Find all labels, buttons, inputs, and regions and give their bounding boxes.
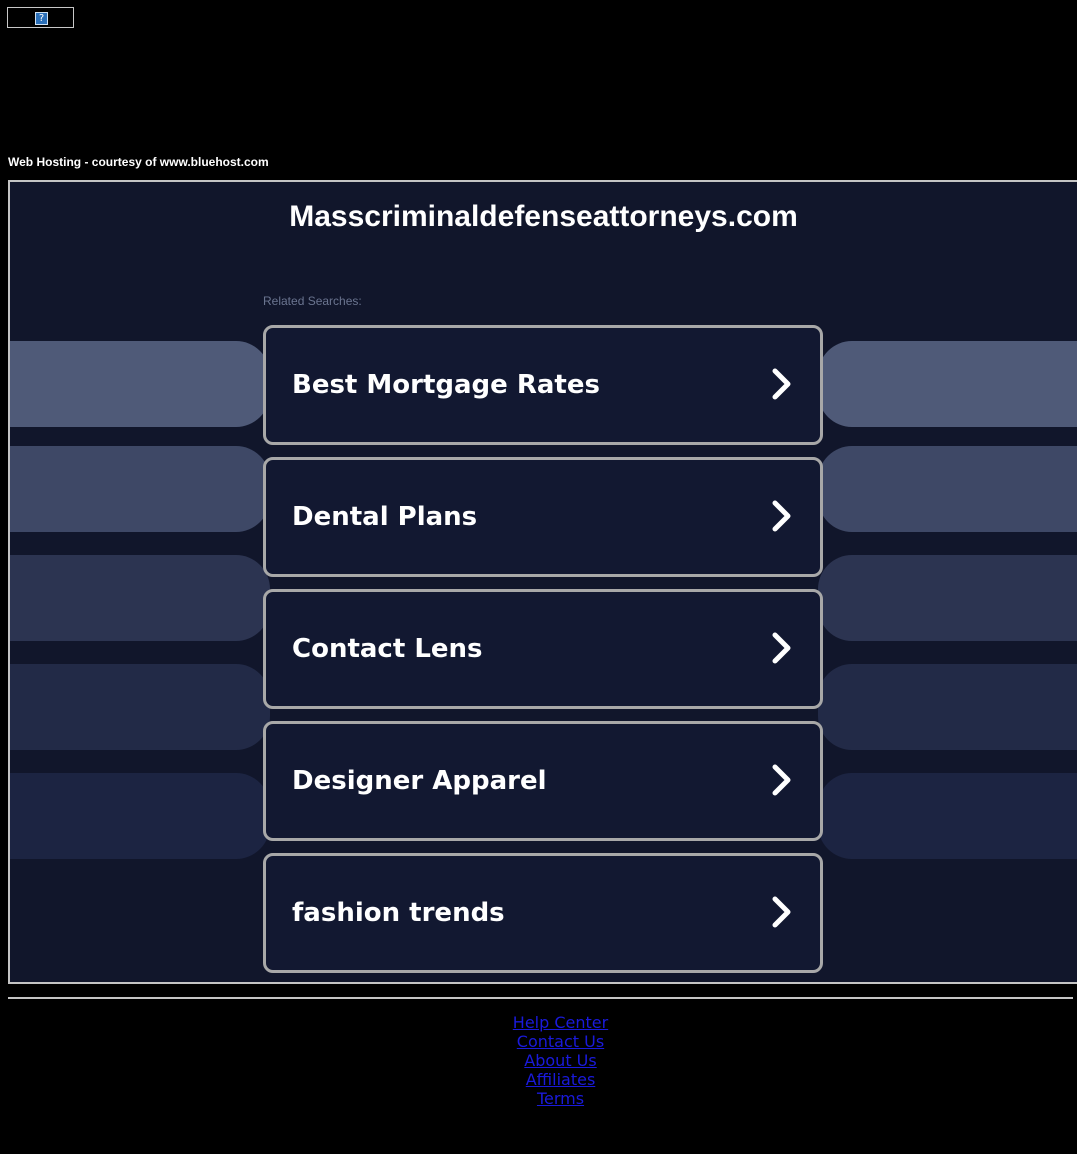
search-link-2[interactable]: Contact Lens bbox=[263, 589, 823, 709]
site-title: Masscriminaldefenseattorneys.com bbox=[10, 200, 1077, 234]
decor-pill bbox=[10, 664, 270, 750]
search-link-label: Contact Lens bbox=[292, 634, 483, 664]
site-title-text: Masscriminaldefenseattorneys.com bbox=[289, 200, 798, 233]
search-link-0[interactable]: Best Mortgage Rates bbox=[263, 325, 823, 445]
footer-link-help-center[interactable]: Help Center bbox=[8, 1013, 1077, 1032]
search-link-label: fashion trends bbox=[292, 898, 505, 928]
search-link-label: Best Mortgage Rates bbox=[292, 370, 600, 400]
decor-pill bbox=[10, 446, 270, 532]
footer-divider bbox=[8, 997, 1073, 999]
decor-pill bbox=[818, 341, 1077, 427]
decor-pill bbox=[10, 773, 270, 859]
search-link-3[interactable]: Designer Apparel bbox=[263, 721, 823, 841]
chevron-right-icon bbox=[772, 896, 791, 928]
hosting-credit: Web Hosting - courtesy of www.bluehost.c… bbox=[8, 155, 269, 169]
chevron-right-icon bbox=[772, 368, 791, 400]
footer-link-contact-us[interactable]: Contact Us bbox=[8, 1032, 1077, 1051]
footer-links: Help Center Contact Us About Us Affiliat… bbox=[8, 1013, 1077, 1108]
search-link-label: Dental Plans bbox=[292, 502, 478, 532]
decor-pill bbox=[818, 555, 1077, 641]
decor-pill bbox=[10, 341, 270, 427]
broken-image-icon: ? bbox=[35, 12, 48, 25]
chevron-right-icon bbox=[772, 500, 791, 532]
chevron-right-icon bbox=[772, 764, 791, 796]
footer-link-terms[interactable]: Terms bbox=[8, 1089, 1077, 1108]
decor-pill bbox=[818, 773, 1077, 859]
search-link-4[interactable]: fashion trends bbox=[263, 853, 823, 973]
broken-image-frame: ? bbox=[7, 7, 74, 28]
parked-domain-panel: Masscriminaldefenseattorneys.com Related… bbox=[8, 180, 1077, 984]
footer-link-affiliates[interactable]: Affiliates bbox=[8, 1070, 1077, 1089]
decor-pill bbox=[818, 446, 1077, 532]
decor-pill bbox=[10, 555, 270, 641]
footer-link-about-us[interactable]: About Us bbox=[8, 1051, 1077, 1070]
decor-pill bbox=[818, 664, 1077, 750]
chevron-right-icon bbox=[772, 632, 791, 664]
search-link-label: Designer Apparel bbox=[292, 766, 547, 796]
search-link-1[interactable]: Dental Plans bbox=[263, 457, 823, 577]
related-searches-label: Related Searches: bbox=[263, 294, 362, 308]
